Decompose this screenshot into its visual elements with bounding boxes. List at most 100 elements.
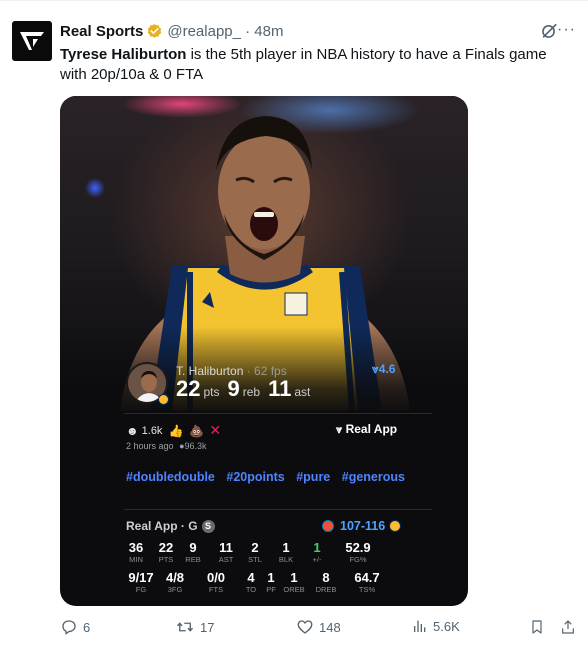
ind-team-icon (389, 520, 402, 532)
stat-label: FG% (349, 555, 367, 564)
reply-count: 6 (83, 619, 91, 635)
stat-value: 2 (251, 540, 259, 555)
repost-icon (176, 622, 194, 632)
box-score-title: Real App · G (126, 519, 198, 533)
real-app-label: Real App (345, 422, 398, 436)
real-logo-icon (20, 32, 44, 50)
stat-value: 1 (313, 540, 321, 555)
tweet-header: Real Sports @realapp_ · 48m (60, 21, 283, 41)
stat-value: 52.9 (345, 540, 371, 555)
media-card[interactable]: T. Haliburton · 62 fps 22 pts 9 reb 11 ast … (60, 96, 468, 606)
stat-cell: 1 OREB (283, 570, 304, 595)
reply-icon (62, 620, 76, 635)
thumbs-reaction-icon[interactable]: 👍 (168, 424, 183, 438)
hashtag-pure[interactable]: #pure (296, 467, 330, 487)
stat-value: 9/17 (128, 570, 154, 585)
stat-value: 4 (247, 570, 255, 585)
poop-reaction-icon[interactable]: 💩 (189, 424, 204, 438)
rebounds-value: 9 (227, 376, 240, 401)
stat-cell: 0/0 FTS (207, 570, 225, 595)
stat-cell: 1 BLK (279, 540, 293, 565)
stat-cell: 52.9 FG% (345, 540, 370, 565)
grok-icon[interactable] (540, 22, 558, 40)
player-statline: 22 pts 9 reb 11 ast (176, 376, 318, 402)
stat-value: 1 (290, 570, 298, 585)
stat-cell: 9/17 FG (128, 570, 153, 595)
hashtag-list: #doubledouble #20points #pure #generous (126, 467, 416, 487)
stat-value: 36 (128, 540, 144, 555)
points-label: pts (203, 385, 220, 399)
stat-label: +/- (312, 555, 322, 564)
stat-cell: 9 REB (185, 540, 200, 565)
stat-label: DREB (315, 585, 337, 594)
tweet-actions: 6 17 148 5.6K (0, 618, 588, 638)
stat-value: 0/0 (206, 570, 226, 585)
repost-count: 17 (200, 619, 215, 635)
analytics-icon (414, 620, 426, 632)
like-count: 148 (319, 619, 341, 635)
stat-label: MIN (129, 555, 143, 564)
rebounds-label: reb (242, 385, 261, 399)
stat-value: 22 (158, 540, 174, 555)
tweet-text: Tyrese Haliburton is the 5th player in N… (60, 45, 570, 85)
views-button[interactable]: 5.6K (412, 618, 460, 634)
game-score[interactable]: 107-116 (322, 519, 402, 533)
tweet[interactable]: Real Sports @realapp_ · 48m ··· Tyrese H… (0, 0, 588, 647)
stat-cell: 64.7 TS% (354, 570, 379, 595)
hashtag-doubledouble[interactable]: #doubledouble (126, 467, 215, 487)
hashtag-20points[interactable]: #20points (226, 467, 284, 487)
like-button[interactable]: 148 (296, 618, 341, 636)
stat-label: OREB (283, 585, 305, 594)
stat-value: 64.7 (354, 570, 380, 585)
assists-label: ast (294, 385, 311, 399)
stat-cell: 4 TO (246, 570, 256, 595)
s-badge: S (201, 519, 215, 533)
stat-cell: 1 +/- (313, 540, 322, 565)
real-app-link[interactable]: ⩔ Real App (336, 422, 397, 437)
hashtag-generous[interactable]: #generous (342, 467, 405, 487)
repost-button[interactable]: 17 (175, 618, 214, 636)
stat-label: FTS (208, 585, 224, 594)
stat-cell: 36 MIN (129, 540, 143, 565)
stat-label: TS% (358, 585, 376, 594)
stat-label: PTS (158, 555, 174, 564)
stat-cell: 2 STL (248, 540, 262, 565)
card-divider (124, 509, 432, 510)
stat-label: FG (135, 585, 147, 594)
dismiss-reaction-icon[interactable]: ✕ (209, 422, 221, 439)
reaction-count: 1.6k (141, 424, 163, 437)
team-badge-icon (158, 394, 169, 405)
view-count: 96.3k (184, 441, 207, 451)
reaction-bar[interactable]: ☻ 1.6k 👍 💩 ✕ (126, 422, 221, 439)
heart-icon (297, 620, 313, 634)
stat-cell: 8 DREB (316, 570, 337, 595)
share-button[interactable] (560, 618, 581, 636)
reply-button[interactable]: 6 (60, 618, 90, 636)
stat-label: PF (266, 585, 276, 594)
author-name[interactable]: Real Sports (60, 23, 143, 40)
points-value: 22 (176, 376, 201, 401)
okc-team-icon (322, 520, 334, 532)
more-options-icon[interactable]: ··· (557, 21, 576, 39)
bookmark-icon (532, 620, 542, 634)
score-value: 107-116 (340, 519, 386, 533)
verified-badge-icon (148, 23, 162, 38)
stat-label: STL (248, 555, 262, 564)
smile-reaction-icon: ☻ (126, 423, 139, 438)
real-app-logo-icon: ⩔ (336, 424, 343, 436)
author-avatar[interactable] (12, 21, 52, 61)
stat-label: TO (245, 585, 257, 594)
tweet-text-bold: Tyrese Haliburton (60, 46, 187, 63)
stat-cell: 11 AST (219, 540, 234, 565)
player-rating: ⩔4.6 (372, 362, 396, 376)
card-divider (124, 413, 432, 414)
stat-value: 8 (322, 570, 330, 585)
author-handle-time[interactable]: @realapp_ · 48m (167, 23, 283, 40)
stat-label: 3FG (167, 585, 183, 594)
bookmark-button[interactable] (529, 618, 550, 636)
stat-label: REB (185, 555, 201, 564)
stat-label: AST (218, 555, 234, 564)
posted-time: 2 hours ago (126, 441, 174, 451)
assists-value: 11 (268, 376, 292, 401)
box-score-header: Real App · G S (126, 519, 215, 533)
